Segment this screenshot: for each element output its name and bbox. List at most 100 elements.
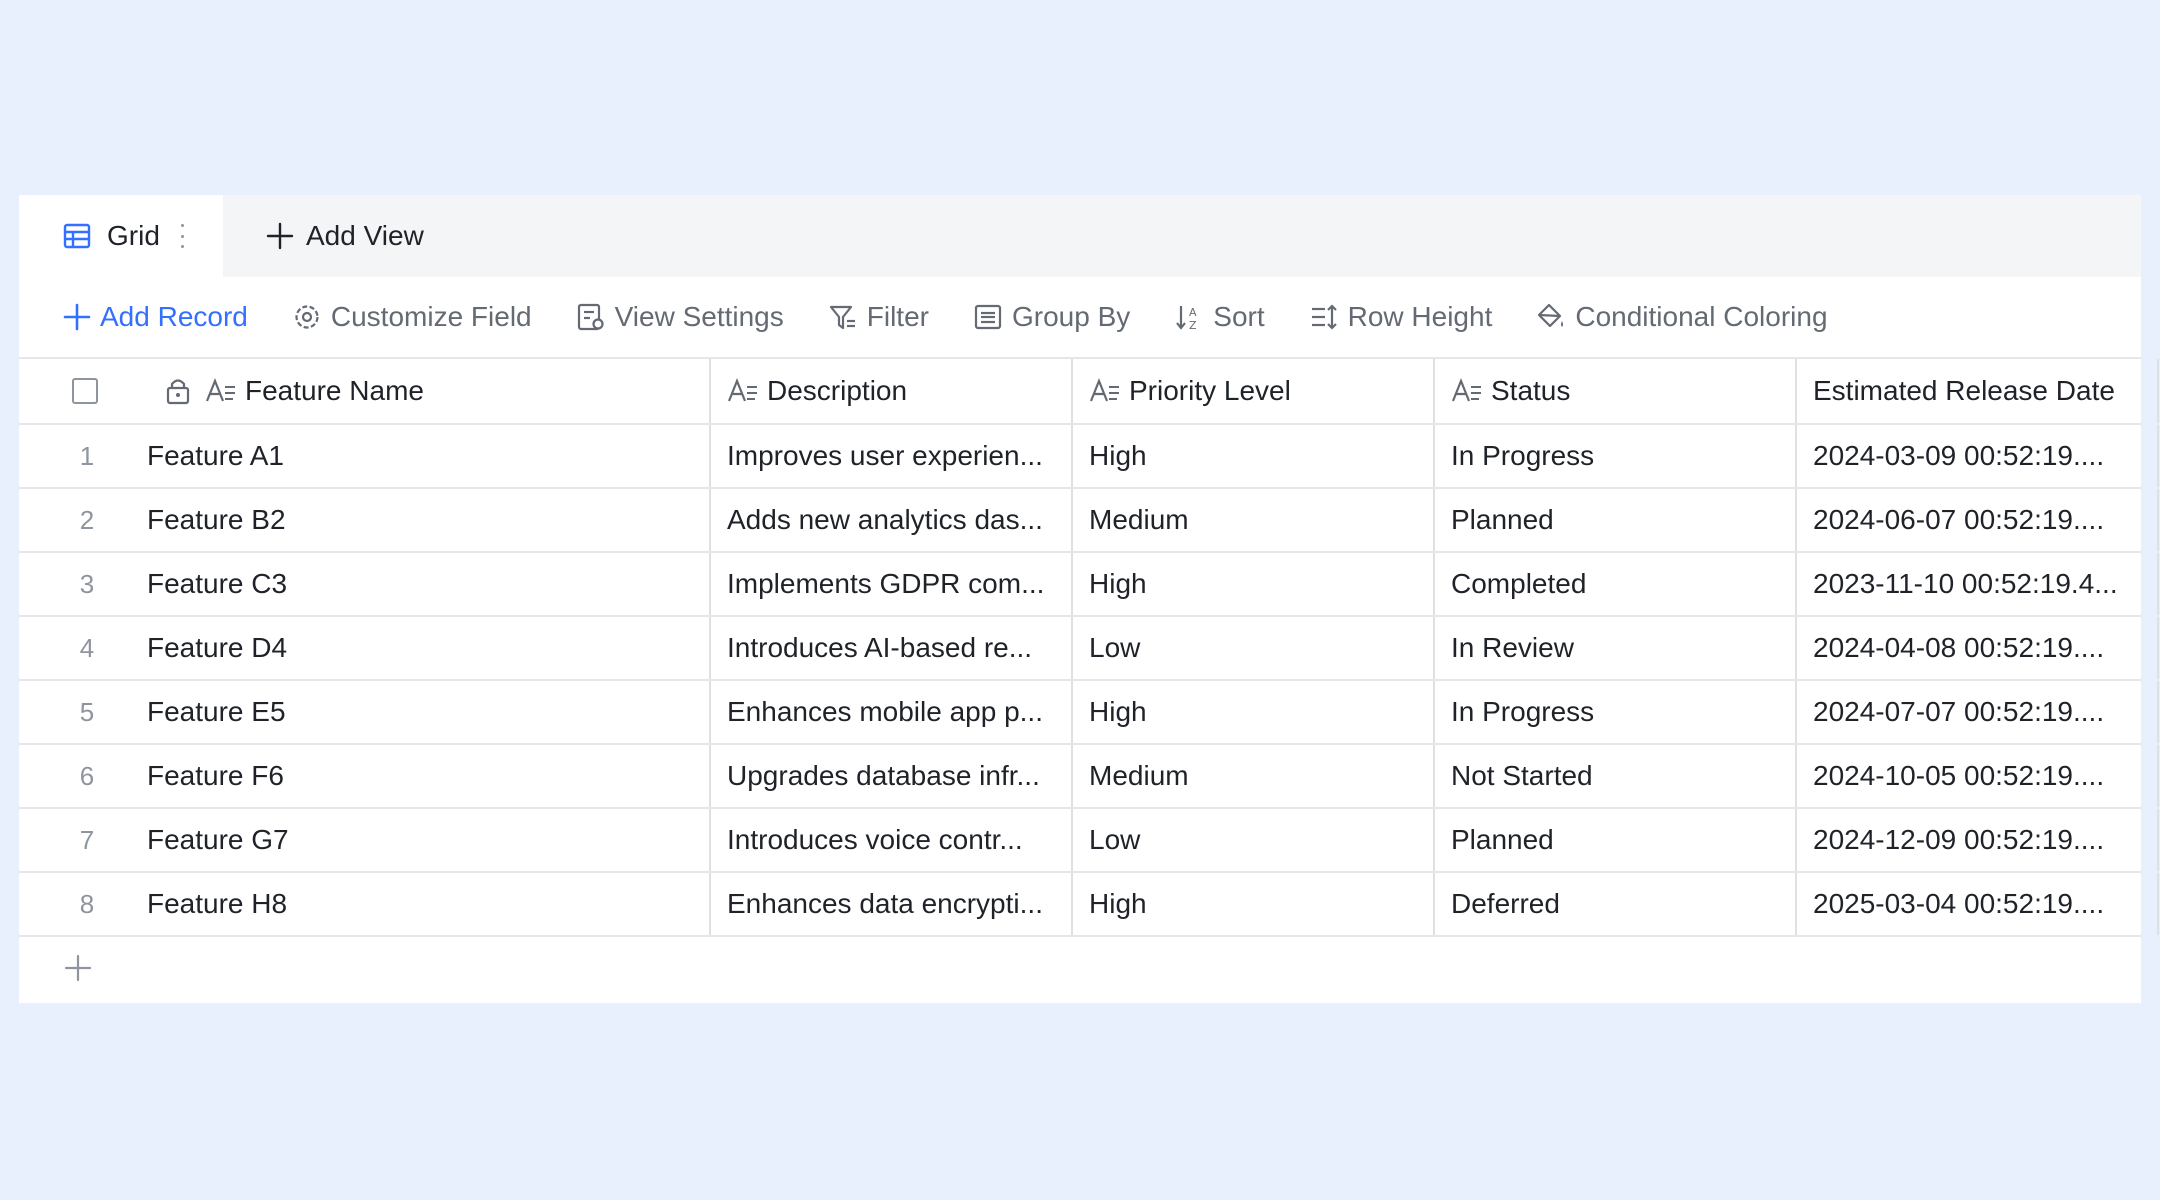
toolbar: Add Record Customize Field View Settings bbox=[19, 277, 2141, 357]
table-row[interactable]: 6 Feature F6 Upgrades database infr... Medi… bbox=[19, 745, 2159, 809]
cell-estimated-release-date[interactable]: 2024-10-05 00:52:19.... bbox=[1797, 745, 2159, 807]
more-vertical-icon[interactable] bbox=[180, 224, 186, 248]
table-row[interactable]: 7 Feature G7 Introduces voice contr... Low P… bbox=[19, 809, 2159, 873]
tab-grid-label: Grid bbox=[107, 220, 160, 251]
svg-text:A: A bbox=[1189, 306, 1197, 319]
row-height-button[interactable]: Row Height bbox=[1309, 301, 1492, 333]
cell-estimated-release-date[interactable]: 2023-11-10 00:52:19.4... bbox=[1797, 553, 2159, 615]
customize-field-button[interactable]: Customize Field bbox=[292, 301, 532, 333]
sort-icon: A Z bbox=[1176, 306, 1197, 332]
select-all-checkbox[interactable] bbox=[72, 378, 98, 404]
cell-description[interactable]: Introduces voice contr... bbox=[711, 809, 1073, 871]
cell-feature-name[interactable]: Feature H8 bbox=[147, 873, 711, 935]
column-header-priority-level[interactable]: Priority Level bbox=[1073, 359, 1435, 423]
filter-button[interactable]: Filter bbox=[828, 301, 929, 333]
row-height-icon bbox=[1311, 304, 1337, 330]
column-header-estimated-release-date[interactable]: Estimated Release Date bbox=[1797, 359, 2159, 423]
row-index: 3 bbox=[79, 568, 95, 599]
column-header-label: Priority Level bbox=[1129, 375, 1291, 406]
cell-feature-name[interactable]: Feature F6 bbox=[147, 745, 711, 807]
cell-status[interactable]: In Progress bbox=[1435, 681, 1797, 743]
table-row[interactable]: 4 Feature D4 Introduces AI-based re... Low I… bbox=[19, 617, 2159, 681]
cell-priority-level[interactable]: Low bbox=[1073, 617, 1435, 679]
cell-priority-level[interactable]: Medium bbox=[1073, 745, 1435, 807]
column-header-label: Feature Name bbox=[245, 375, 424, 406]
group-by-icon bbox=[974, 304, 1002, 330]
cell-status[interactable]: Completed bbox=[1435, 553, 1797, 615]
cell-priority-level[interactable]: High bbox=[1073, 425, 1435, 487]
cell-priority-level[interactable]: High bbox=[1073, 553, 1435, 615]
row-index: 6 bbox=[79, 760, 95, 791]
view-tab-bar: Grid Add View bbox=[19, 195, 2141, 277]
select-all-cell bbox=[19, 359, 147, 423]
paint-bucket-icon bbox=[1538, 303, 1564, 328]
sort-button[interactable]: A Z Sort bbox=[1174, 301, 1265, 333]
row-index: 5 bbox=[79, 696, 95, 727]
cell-status[interactable]: Planned bbox=[1435, 489, 1797, 551]
column-header-label: Status bbox=[1491, 375, 1571, 406]
text-field-icon bbox=[1451, 378, 1481, 402]
cell-status[interactable]: In Review bbox=[1435, 617, 1797, 679]
cell-status[interactable]: Deferred bbox=[1435, 873, 1797, 935]
row-index: 1 bbox=[79, 440, 95, 471]
group-by-button[interactable]: Group By bbox=[973, 301, 1130, 333]
view-settings-button[interactable]: View Settings bbox=[576, 301, 784, 333]
column-header-description[interactable]: Description bbox=[711, 359, 1073, 423]
add-view-button[interactable]: Add View bbox=[266, 195, 424, 277]
cell-estimated-release-date[interactable]: 2025-03-04 00:52:19.... bbox=[1797, 873, 2159, 935]
column-header-status[interactable]: Status bbox=[1435, 359, 1797, 423]
cell-feature-name[interactable]: Feature C3 bbox=[147, 553, 711, 615]
cell-estimated-release-date[interactable]: 2024-07-07 00:52:19.... bbox=[1797, 681, 2159, 743]
cell-feature-name[interactable]: Feature G7 bbox=[147, 809, 711, 871]
cell-feature-name[interactable]: Feature A1 bbox=[147, 425, 711, 487]
cell-status[interactable]: Not Started bbox=[1435, 745, 1797, 807]
cell-description[interactable]: Introduces AI-based re... bbox=[711, 617, 1073, 679]
grid-body: 1 Feature A1 Improves user experien... High… bbox=[19, 425, 2159, 937]
text-field-icon bbox=[727, 378, 757, 402]
cell-description[interactable]: Enhances data encrypti... bbox=[711, 873, 1073, 935]
tab-grid[interactable]: Grid bbox=[19, 195, 223, 277]
cell-priority-level[interactable]: High bbox=[1073, 873, 1435, 935]
cell-status[interactable]: Planned bbox=[1435, 809, 1797, 871]
customize-field-label: Customize Field bbox=[330, 301, 532, 332]
filter-icon bbox=[829, 305, 855, 330]
plus-icon bbox=[64, 954, 92, 982]
cell-estimated-release-date[interactable]: 2024-06-07 00:52:19.... bbox=[1797, 489, 2159, 551]
table-row[interactable]: 8 Feature H8 Enhances data encrypti... High… bbox=[19, 873, 2159, 937]
grid-table-icon bbox=[63, 223, 91, 249]
row-index: 8 bbox=[79, 888, 95, 919]
cell-feature-name[interactable]: Feature B2 bbox=[147, 489, 711, 551]
cell-description[interactable]: Enhances mobile app p... bbox=[711, 681, 1073, 743]
cell-estimated-release-date[interactable]: 2024-03-09 00:52:19.... bbox=[1797, 425, 2159, 487]
text-field-icon bbox=[1089, 378, 1119, 402]
cell-estimated-release-date[interactable]: 2024-12-09 00:52:19.... bbox=[1797, 809, 2159, 871]
plus-icon bbox=[63, 303, 91, 331]
group-by-label: Group By bbox=[1011, 301, 1131, 332]
cell-description[interactable]: Upgrades database infr... bbox=[711, 745, 1073, 807]
table-row[interactable]: 2 Feature B2 Adds new analytics das... Medi… bbox=[19, 489, 2159, 553]
cell-estimated-release-date[interactable]: 2024-04-08 00:52:19.... bbox=[1797, 617, 2159, 679]
cell-priority-level[interactable]: High bbox=[1073, 681, 1435, 743]
add-row-button[interactable] bbox=[19, 937, 2141, 999]
add-record-button[interactable]: Add Record bbox=[63, 301, 248, 333]
view-settings-label: View Settings bbox=[614, 301, 784, 332]
cell-description[interactable]: Implements GDPR com... bbox=[711, 553, 1073, 615]
cell-status[interactable]: In Progress bbox=[1435, 425, 1797, 487]
row-index: 7 bbox=[79, 824, 95, 855]
table-row[interactable]: 5 Feature E5 Enhances mobile app p... High I… bbox=[19, 681, 2159, 745]
cell-feature-name[interactable]: Feature D4 bbox=[147, 617, 711, 679]
svg-text:Z: Z bbox=[1189, 319, 1197, 332]
column-header-feature-name[interactable]: Feature Name bbox=[147, 359, 711, 423]
grid-header-row: Feature Name Description Priority Level … bbox=[19, 357, 2159, 425]
cell-description[interactable]: Adds new analytics das... bbox=[711, 489, 1073, 551]
cell-feature-name[interactable]: Feature E5 bbox=[147, 681, 711, 743]
conditional-coloring-button[interactable]: Conditional Coloring bbox=[1536, 301, 1828, 333]
cell-description[interactable]: Improves user experien... bbox=[711, 425, 1073, 487]
table-row[interactable]: 3 Feature C3 Implements GDPR com... High Com… bbox=[19, 553, 2159, 617]
view-settings-icon bbox=[577, 303, 604, 331]
table-row[interactable]: 1 Feature A1 Improves user experien... High… bbox=[19, 425, 2159, 489]
cell-priority-level[interactable]: Low bbox=[1073, 809, 1435, 871]
lock-icon bbox=[166, 379, 190, 405]
cell-priority-level[interactable]: Medium bbox=[1073, 489, 1435, 551]
filter-label: Filter bbox=[866, 301, 929, 332]
